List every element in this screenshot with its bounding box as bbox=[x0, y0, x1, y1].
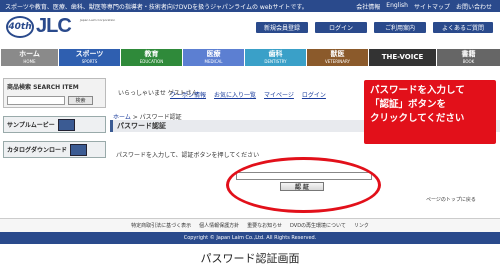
top-strip: スポーツや教育、医療、歯科、獣医等専門の指導者・技術者向けDVDを扱うジャパンラ… bbox=[0, 0, 500, 12]
footer-link-dvd-env[interactable]: DVDの再生環境について bbox=[290, 222, 346, 229]
coupon-link[interactable]: クーポン情報 bbox=[170, 90, 206, 99]
callout-line-1: パスワードを入力して bbox=[370, 85, 465, 96]
tab-education-sub: EDUCATION bbox=[139, 58, 164, 64]
tab-dentistry-label: 歯科 bbox=[268, 49, 283, 58]
instruction-text: パスワードを入力して、認証ボタンを押してください bbox=[116, 152, 260, 159]
tab-medical[interactable]: 医療 MEDICAL bbox=[182, 49, 244, 66]
footer-links: 特定商取引法に基づく表示 個人情報保護方針 重要なお知らせ DVDの再生環境につ… bbox=[0, 218, 500, 232]
search-button[interactable]: 検索 bbox=[68, 96, 93, 105]
sample-movie-label: サンプルムービー bbox=[7, 122, 55, 129]
login-link[interactable]: ログイン bbox=[302, 90, 326, 99]
sidebar: 商品検索 SEARCH ITEM 検索 サンプルムービー カタログダウンロード bbox=[3, 78, 106, 158]
english-link[interactable]: English bbox=[386, 2, 408, 11]
site-tagline: スポーツや教育、医療、歯科、獣医等専門の指導者・技術者向けDVDを扱うジャパンラ… bbox=[5, 4, 308, 11]
tab-home[interactable]: ホーム HOME bbox=[0, 49, 58, 66]
guide-button[interactable]: ご利用案内 bbox=[374, 22, 426, 33]
tab-veterinary-label: 獣医 bbox=[330, 49, 345, 58]
tab-home-sub: HOME bbox=[23, 58, 36, 64]
search-row: 検索 bbox=[7, 96, 102, 105]
callout-line-3: クリックしてください bbox=[370, 113, 465, 124]
contact-link[interactable]: お問い合わせ bbox=[456, 2, 492, 11]
tab-book-sub: BOOK bbox=[462, 58, 475, 64]
sample-movie-button[interactable]: サンプルムービー bbox=[3, 116, 106, 133]
tab-home-label: ホーム bbox=[19, 49, 40, 58]
footer-link-commerce[interactable]: 特定商取引法に基づく表示 bbox=[131, 222, 191, 229]
mypage-link[interactable]: マイページ bbox=[264, 90, 294, 99]
copyright-bar: Copyright © Japan Laim Co.,Ltd. All Righ… bbox=[0, 232, 500, 244]
catalog-icon bbox=[70, 143, 88, 156]
page-frame: スポーツや教育、医療、歯科、獣医等専門の指導者・技術者向けDVDを扱うジャパンラ… bbox=[0, 0, 500, 270]
tab-veterinary-sub: VETERINARY bbox=[325, 58, 350, 64]
search-title: 商品検索 SEARCH ITEM bbox=[7, 84, 79, 91]
catalog-download-button[interactable]: カタログダウンロード bbox=[3, 141, 106, 158]
logo-subtitle: Japan Laim Corporation bbox=[80, 18, 116, 22]
login-button[interactable]: ログイン bbox=[315, 22, 367, 33]
highlight-ellipse bbox=[226, 157, 381, 213]
footer-link-notice[interactable]: 重要なお知らせ bbox=[247, 222, 282, 229]
tab-the-voice-label: THE-VOICE bbox=[381, 53, 424, 61]
tab-book-label: 書籍 bbox=[461, 49, 476, 58]
tab-dentistry[interactable]: 歯科 DENTISTRY bbox=[244, 49, 306, 66]
tab-the-voice[interactable]: THE-VOICE bbox=[368, 49, 436, 66]
catalog-download-label: カタログダウンロード bbox=[7, 147, 68, 154]
tab-sports-label: スポーツ bbox=[75, 49, 104, 58]
tab-veterinary[interactable]: 獣医 VETERINARY bbox=[306, 49, 368, 66]
instruction-callout: パスワードを入力して 「認証」ボタンを クリックしてください bbox=[364, 80, 496, 144]
tab-education-label: 教育 bbox=[144, 49, 159, 58]
anniversary-badge: 40th bbox=[6, 16, 34, 38]
search-input[interactable] bbox=[7, 96, 65, 105]
tab-sports-sub: SPORTS bbox=[81, 58, 98, 64]
tab-book[interactable]: 書籍 BOOK bbox=[436, 49, 500, 66]
top-links: 会社情報 English サイトマップ お問い合わせ bbox=[356, 2, 492, 11]
sitemap-link[interactable]: サイトマップ bbox=[414, 2, 450, 11]
site-logo[interactable]: JLC bbox=[36, 15, 72, 38]
film-icon bbox=[57, 118, 75, 131]
footer-link-privacy[interactable]: 個人情報保護方針 bbox=[199, 222, 239, 229]
footer-link-links[interactable]: リンク bbox=[354, 222, 369, 229]
member-links: クーポン情報 お気に入り一覧 マイページ ログイン bbox=[170, 90, 326, 99]
callout-line-2: 「認証」ボタンを bbox=[370, 99, 447, 110]
main-nav: ホーム HOME スポーツ SPORTS 教育 EDUCATION 医療 MED… bbox=[0, 49, 500, 66]
tab-sports[interactable]: スポーツ SPORTS bbox=[58, 49, 120, 66]
register-button[interactable]: 新規会員登録 bbox=[256, 22, 308, 33]
tab-dentistry-sub: DENTISTRY bbox=[264, 58, 287, 64]
tab-medical-sub: MEDICAL bbox=[204, 58, 223, 64]
figure-caption: パスワード認証画面 bbox=[200, 252, 300, 265]
faq-button[interactable]: よくあるご質問 bbox=[433, 22, 493, 33]
item-search-box: 商品検索 SEARCH ITEM 検索 bbox=[3, 78, 106, 108]
company-info-link[interactable]: 会社情報 bbox=[356, 2, 380, 11]
page-top-link[interactable]: ページのトップに戻る bbox=[426, 196, 476, 203]
tab-education[interactable]: 教育 EDUCATION bbox=[120, 49, 182, 66]
tab-medical-label: 医療 bbox=[206, 49, 221, 58]
favorites-link[interactable]: お気に入り一覧 bbox=[214, 90, 256, 99]
